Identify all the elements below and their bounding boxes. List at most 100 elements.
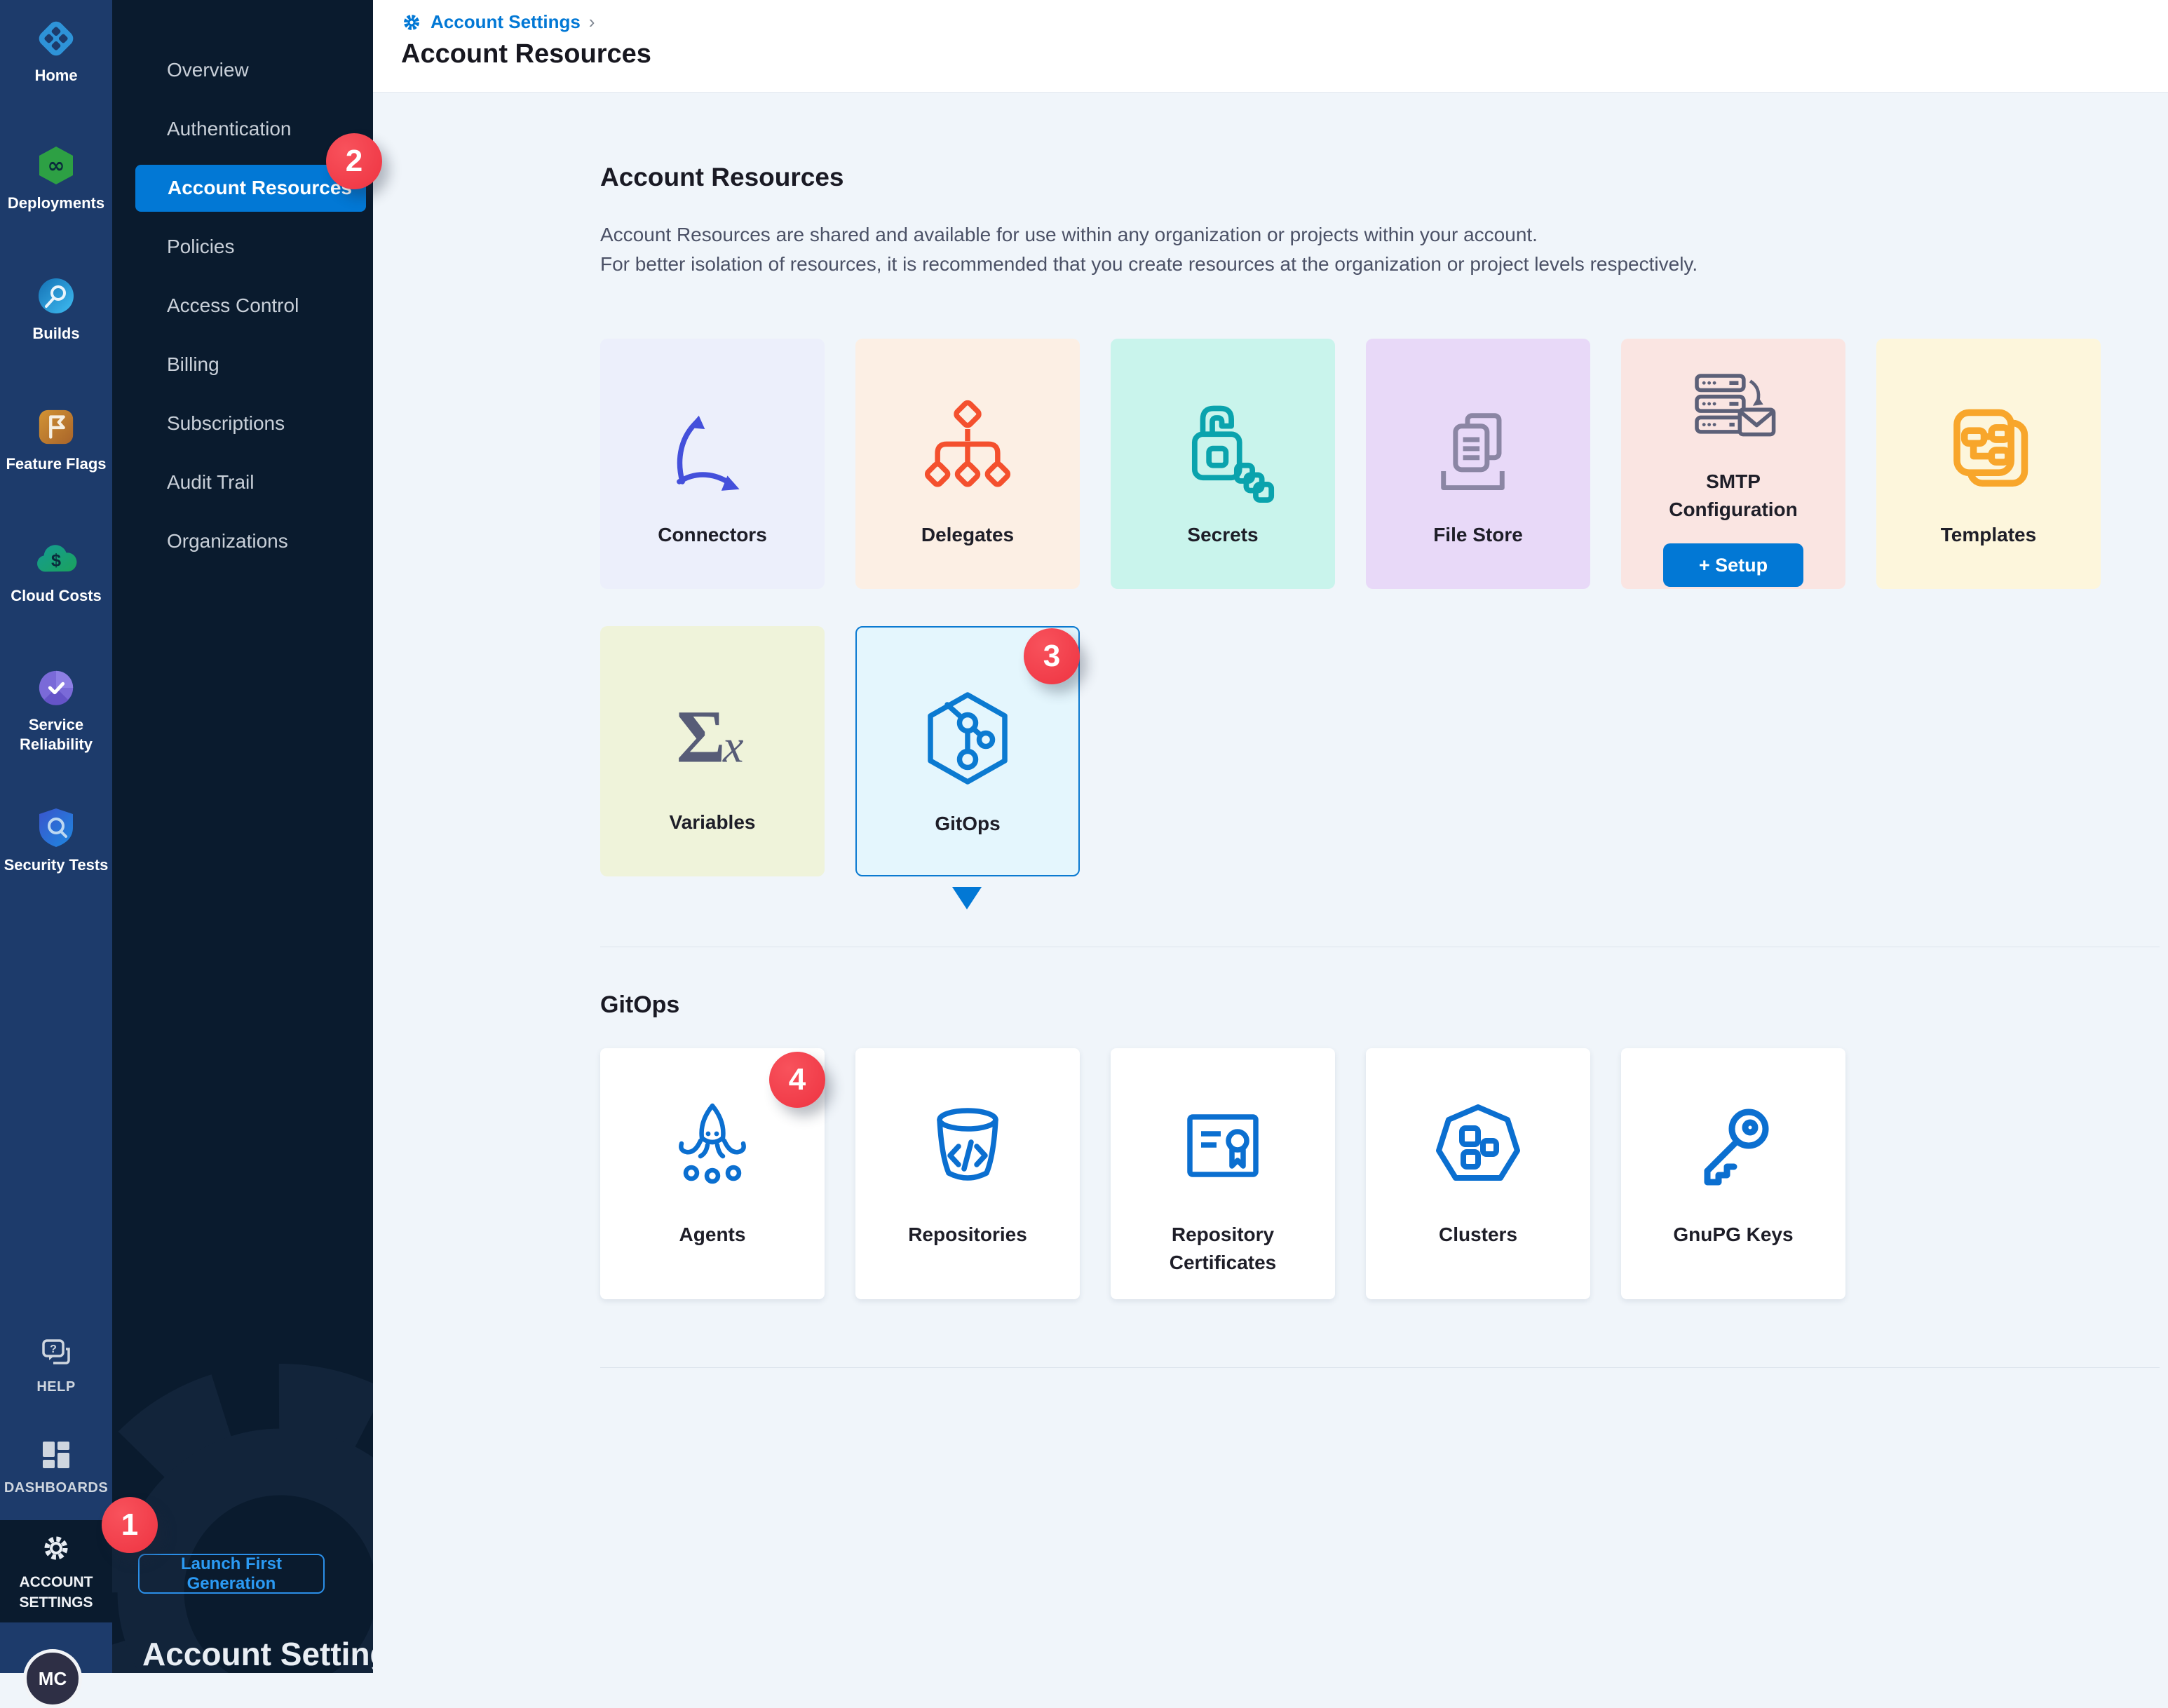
card-label: Repositories	[908, 1221, 1027, 1249]
menu-item-billing[interactable]: Billing	[112, 335, 373, 394]
breadcrumb-account-settings-link[interactable]: Account Settings	[431, 11, 581, 33]
rail-item-builds[interactable]: Builds	[0, 275, 112, 344]
cloud-costs-icon: $	[34, 538, 78, 579]
card-label: Delegates	[921, 521, 1014, 549]
menu-item-audit-trail[interactable]: Audit Trail	[112, 453, 373, 512]
card-label: GnuPG Keys	[1673, 1221, 1793, 1249]
gitops-expand-pointer-icon	[952, 887, 982, 909]
breadcrumb-chevron-icon: ›	[589, 11, 595, 33]
rail-item-label: Security Tests	[4, 855, 109, 875]
rail-item-feature-flags[interactable]: Feature Flags	[0, 407, 112, 474]
card-connectors[interactable]: Connectors	[600, 339, 825, 589]
card-clusters[interactable]: Clusters	[1366, 1048, 1590, 1299]
rail-item-label: Feature Flags	[6, 454, 106, 474]
rail-item-label: Home	[34, 66, 77, 86]
rail-item-service-reliability[interactable]: Service Reliability	[0, 667, 112, 754]
card-delegates[interactable]: Delegates	[855, 339, 1080, 589]
rail-item-deployments[interactable]: ∞ Deployments	[0, 144, 112, 213]
card-label: Clusters	[1439, 1221, 1517, 1249]
gitops-section-title: GitOps	[600, 991, 679, 1019]
svg-text:$: $	[51, 551, 61, 571]
section-title: Account Resources	[600, 163, 844, 192]
rail-item-security-tests[interactable]: Security Tests	[0, 806, 112, 875]
user-avatar[interactable]: MC	[23, 1649, 82, 1708]
variables-icon: Σx	[660, 685, 765, 790]
builds-icon	[35, 275, 77, 317]
gear-icon	[38, 1530, 74, 1566]
repository-certificates-icon	[1170, 1097, 1275, 1202]
svg-text:x: x	[722, 721, 743, 772]
sidebar-panel-title: Account Settings	[142, 1635, 373, 1673]
card-repositories[interactable]: Repositories	[855, 1048, 1080, 1299]
file-store-icon	[1425, 398, 1531, 503]
gitops-icon	[915, 686, 1020, 792]
description-line: Account Resources are shared and availab…	[600, 220, 1698, 250]
svg-text:Σ: Σ	[677, 696, 726, 778]
badge-number: 4	[789, 1062, 806, 1097]
menu-item-label: Access Control	[167, 294, 299, 317]
rail-item-cloud-costs[interactable]: $ Cloud Costs	[0, 538, 112, 606]
card-label: GitOps	[935, 810, 1000, 838]
card-label: Connectors	[658, 521, 767, 549]
module-rail: Home ∞ Deployments Builds Feature Flags …	[0, 0, 112, 1673]
menu-item-access-control[interactable]: Access Control	[112, 276, 373, 335]
rail-item-label: Deployments	[8, 194, 104, 213]
card-smtp-configuration[interactable]: SMTP Configuration + Setup	[1621, 339, 1845, 589]
rail-item-label: Service Reliability	[3, 715, 109, 754]
delegates-icon	[915, 398, 1020, 503]
menu-item-policies[interactable]: Policies	[112, 217, 373, 276]
card-label: Variables	[670, 808, 756, 836]
rail-item-account-settings[interactable]: ACCOUNT SETTINGS	[0, 1520, 112, 1622]
gear-watermark-icon	[112, 1325, 373, 1673]
annotation-badge-3: 3	[1024, 628, 1080, 684]
menu-item-label: Authentication	[167, 118, 291, 140]
rail-item-label: HELP	[36, 1377, 75, 1397]
rail-item-label: DASHBOARDS	[4, 1478, 108, 1498]
settings-menu: Overview Authentication Account Resource…	[112, 41, 373, 571]
resource-cards-row-2: Σx Variables GitOps	[600, 626, 1080, 876]
service-reliability-icon	[36, 667, 76, 708]
menu-item-label: Overview	[167, 59, 249, 81]
smtp-setup-button[interactable]: + Setup	[1663, 543, 1803, 587]
repositories-icon	[915, 1097, 1020, 1202]
card-repository-certificates[interactable]: Repository Certificates	[1111, 1048, 1335, 1299]
card-variables[interactable]: Σx Variables	[600, 626, 825, 876]
security-tests-icon	[36, 806, 76, 848]
svg-text:∞: ∞	[48, 154, 65, 178]
annotation-badge-4: 4	[769, 1052, 825, 1108]
rail-item-label: ACCOUNT SETTINGS	[11, 1572, 102, 1613]
page-header: Account Settings › Account Resources	[373, 0, 2168, 93]
card-gnupg-keys[interactable]: GnuPG Keys	[1621, 1048, 1845, 1299]
rail-item-dashboards[interactable]: DASHBOARDS	[0, 1439, 112, 1498]
card-secrets[interactable]: Secrets	[1111, 339, 1335, 589]
card-label: SMTP Configuration	[1642, 468, 1824, 524]
menu-item-label: Subscriptions	[167, 412, 285, 435]
menu-item-organizations[interactable]: Organizations	[112, 512, 373, 571]
card-label: Agents	[679, 1221, 746, 1249]
card-label: Templates	[1941, 521, 2036, 549]
menu-item-label: Audit Trail	[167, 471, 255, 494]
card-templates[interactable]: Templates	[1876, 339, 2101, 589]
gnupg-keys-icon	[1681, 1097, 1786, 1202]
menu-item-label: Billing	[167, 353, 219, 376]
dashboards-grid-icon	[40, 1439, 72, 1471]
rail-item-label: Cloud Costs	[11, 586, 102, 606]
badge-number: 3	[1043, 639, 1060, 674]
smtp-icon	[1688, 367, 1779, 458]
rail-item-home[interactable]: Home	[0, 18, 112, 86]
card-file-store[interactable]: File Store	[1366, 339, 1590, 589]
menu-item-overview[interactable]: Overview	[112, 41, 373, 100]
menu-item-subscriptions[interactable]: Subscriptions	[112, 394, 373, 453]
launch-first-generation-button[interactable]: Launch First Generation	[138, 1554, 325, 1594]
breadcrumb-gear-icon	[401, 12, 422, 33]
page-title: Account Resources	[401, 39, 651, 69]
agents-squid-icon	[660, 1097, 765, 1202]
resource-cards-row-1: Connectors Delegates Secrets File Store	[600, 339, 2101, 589]
avatar-initials: MC	[39, 1668, 67, 1690]
annotation-badge-1: 1	[102, 1497, 158, 1553]
connectors-icon	[660, 398, 765, 503]
card-label: File Store	[1433, 521, 1523, 549]
rail-item-help[interactable]: ? HELP	[0, 1338, 112, 1397]
main-content: Account Resources Account Resources are …	[373, 93, 2168, 1673]
svg-text:?: ?	[50, 1343, 57, 1355]
